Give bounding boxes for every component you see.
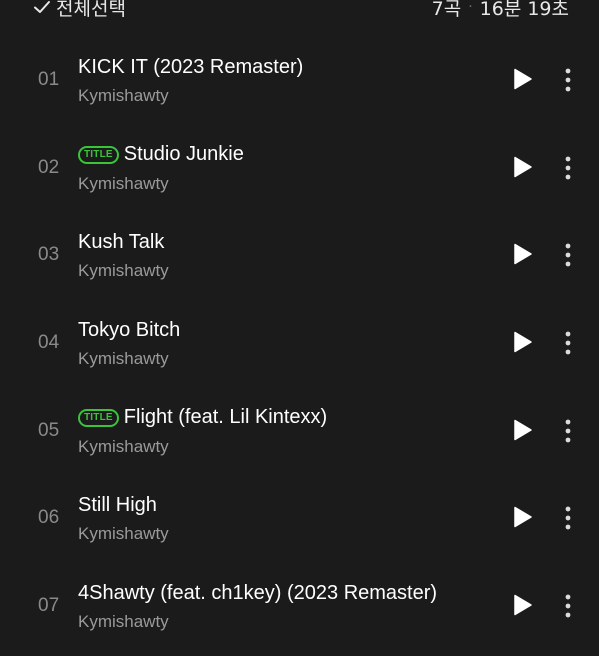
track-row[interactable]: 03 Kush Talk Kymishawty [0,211,599,299]
track-row[interactable]: 01 KICK IT (2023 Remaster) Kymishawty [0,36,599,124]
play-icon[interactable] [510,505,534,529]
track-title: Tokyo Bitch [78,318,181,341]
track-title: 4Shawty (feat. ch1key) (2023 Remaster) [78,581,438,604]
track-number: 02 [38,156,60,178]
track-title: Still High [78,493,157,516]
album-summary: 7곡 · 16분 19초 [432,0,569,22]
track-artist[interactable]: Kymishawty [78,86,169,106]
track-row[interactable]: 05 TITLE Flight (feat. Lil Kintexx) Kymi… [0,387,599,475]
track-number: 07 [38,595,60,617]
more-vertical-icon[interactable] [556,505,580,531]
total-duration: 16분 19초 [479,0,569,20]
track-row[interactable]: 07 4Shawty (feat. ch1key) (2023 Remaster… [0,562,599,650]
track-artist[interactable]: Kymishawty [78,261,169,281]
track-list: 01 KICK IT (2023 Remaster) Kymishawty 02… [0,36,599,650]
track-artist[interactable]: Kymishawty [78,437,169,457]
track-number: 05 [38,419,60,441]
track-count: 7곡 [431,0,462,20]
play-icon[interactable] [510,67,534,91]
track-title-row: Tokyo Bitch [78,316,180,344]
track-title-row: TITLE Flight (feat. Lil Kintexx) [78,404,327,432]
track-title-row: Still High [78,491,157,519]
check-icon [32,0,52,17]
play-icon[interactable] [510,593,534,617]
play-icon[interactable] [510,155,534,179]
track-title-row: 4Shawty (feat. ch1key) (2023 Remaster) [78,579,437,607]
track-artist[interactable]: Kymishawty [78,349,169,369]
title-badge: TITLE [78,145,119,164]
track-row[interactable]: 06 Still High Kymishawty [0,474,599,562]
album-track-list-screen: 전체선택 7곡 · 16분 19초 01 KICK IT (2023 Remas… [0,0,599,656]
track-row[interactable]: 02 TITLE Studio Junkie Kymishawty [0,124,599,212]
track-title: Flight (feat. Lil Kintexx) [123,406,328,429]
track-artist[interactable]: Kymishawty [78,524,169,544]
track-title-row: TITLE Studio Junkie [78,141,244,169]
more-vertical-icon[interactable] [556,242,580,268]
track-title: KICK IT (2023 Remaster) [78,55,304,78]
select-all-button[interactable]: 전체선택 [32,0,126,22]
title-badge: TITLE [78,408,119,427]
summary-separator: · [468,0,473,15]
more-vertical-icon[interactable] [556,418,580,444]
track-number: 04 [38,332,60,354]
more-vertical-icon[interactable] [556,155,580,181]
track-list-header: 전체선택 7곡 · 16분 19초 [0,0,599,22]
play-icon[interactable] [510,242,534,266]
track-number: 06 [38,507,60,529]
track-artist[interactable]: Kymishawty [78,174,169,194]
track-number: 01 [38,69,60,90]
play-icon[interactable] [510,418,534,442]
track-artist[interactable]: Kymishawty [78,612,169,632]
track-title-row: Kush Talk [78,228,164,256]
play-icon[interactable] [510,330,534,354]
more-vertical-icon[interactable] [556,593,580,619]
track-title: Studio Junkie [123,143,244,166]
track-row[interactable]: 04 Tokyo Bitch Kymishawty [0,299,599,387]
more-vertical-icon[interactable] [556,330,580,356]
track-title-row: KICK IT (2023 Remaster) [78,53,303,81]
more-vertical-icon[interactable] [556,67,580,93]
track-number: 03 [38,244,60,266]
select-all-label: 전체선택 [56,0,126,20]
track-title: Kush Talk [78,230,165,253]
